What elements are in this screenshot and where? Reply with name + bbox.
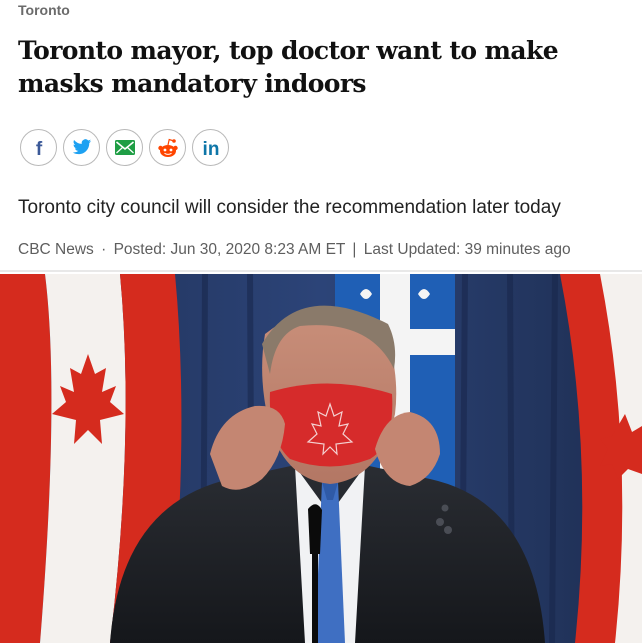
twitter-icon <box>72 139 92 156</box>
article-header: Toronto Toronto mayor, top doctor want t… <box>0 0 642 274</box>
header-divider <box>0 270 642 272</box>
facebook-icon: f <box>31 139 47 157</box>
svg-text:in: in <box>202 139 219 157</box>
byline: CBC News · Posted: Jun 30, 2020 8:23 AM … <box>18 241 638 259</box>
byline-dot: · <box>101 241 107 258</box>
lead-image[interactable] <box>0 274 642 643</box>
share-email-button[interactable] <box>106 129 143 166</box>
share-twitter-button[interactable] <box>63 129 100 166</box>
byline-divider: | <box>352 241 357 258</box>
byline-source-link[interactable]: CBC News <box>18 241 94 258</box>
headline: Toronto mayor, top doctor want to make m… <box>18 36 559 98</box>
last-updated-timestamp: Last Updated: 39 minutes ago <box>363 241 571 258</box>
reddit-icon <box>157 138 179 158</box>
posted-timestamp: Posted: Jun 30, 2020 8:23 AM ET <box>113 241 346 258</box>
share-linkedin-button[interactable]: in <box>192 129 229 166</box>
section-link[interactable]: Toronto <box>18 2 70 18</box>
email-icon <box>114 140 135 155</box>
svg-text:f: f <box>35 139 42 157</box>
share-bar: f in <box>20 129 229 166</box>
press-conference-photo <box>0 274 642 643</box>
linkedin-icon: in <box>200 139 222 157</box>
share-facebook-button[interactable]: f <box>20 129 57 166</box>
article-deck: Toronto city council will consider the r… <box>18 197 561 218</box>
share-reddit-button[interactable] <box>149 129 186 166</box>
